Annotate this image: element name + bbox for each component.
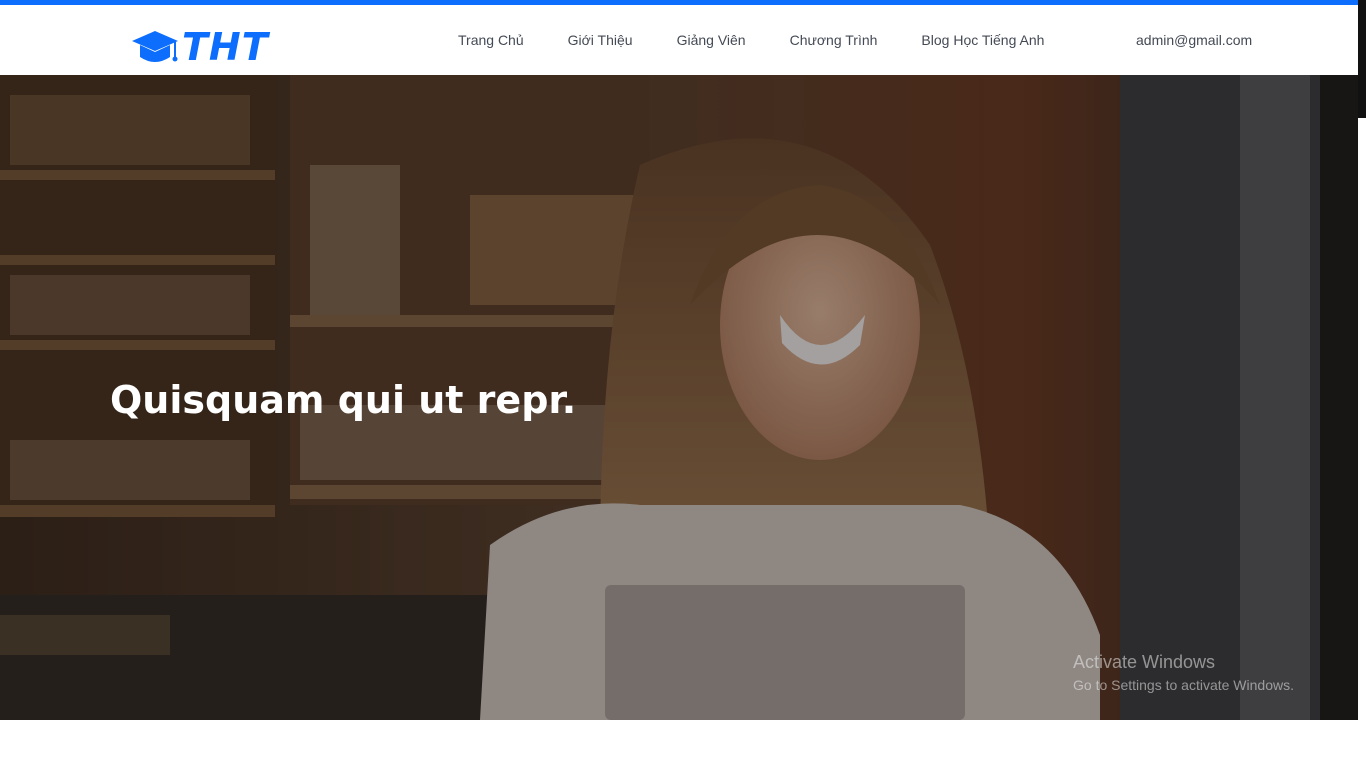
logo[interactable]: THT (130, 27, 269, 67)
graduation-cap-icon (132, 31, 178, 62)
nav-item-trang-chu[interactable]: Trang Chủ (458, 32, 524, 48)
hero-title: Quisquam qui ut repr. (110, 378, 577, 422)
account-email-link[interactable]: admin@gmail.com (1136, 5, 1252, 75)
watermark-subtitle: Go to Settings to activate Windows. (1073, 677, 1294, 693)
nav-item-gioi-thieu[interactable]: Giới Thiệu (568, 32, 633, 48)
watermark-title: Activate Windows (1073, 652, 1216, 672)
navbar: THT Trang Chủ Giới Thiệu Giảng Viên Chươ… (0, 5, 1358, 75)
windows-activation-watermark: Activate Windows Go to Settings to activ… (1073, 651, 1294, 695)
nav-item-chuong-trinh[interactable]: Chương Trình (790, 32, 878, 48)
logo-text: THT (182, 25, 269, 69)
scrollbar-edge (1358, 0, 1366, 118)
hero-banner: Quisquam qui ut repr. (0, 75, 1358, 720)
nav-item-giang-vien[interactable]: Giảng Viên (677, 32, 746, 48)
nav-item-blog[interactable]: Blog Học Tiếng Anh (921, 32, 1044, 48)
main-nav: Trang Chủ Giới Thiệu Giảng Viên Chương T… (458, 5, 1044, 75)
